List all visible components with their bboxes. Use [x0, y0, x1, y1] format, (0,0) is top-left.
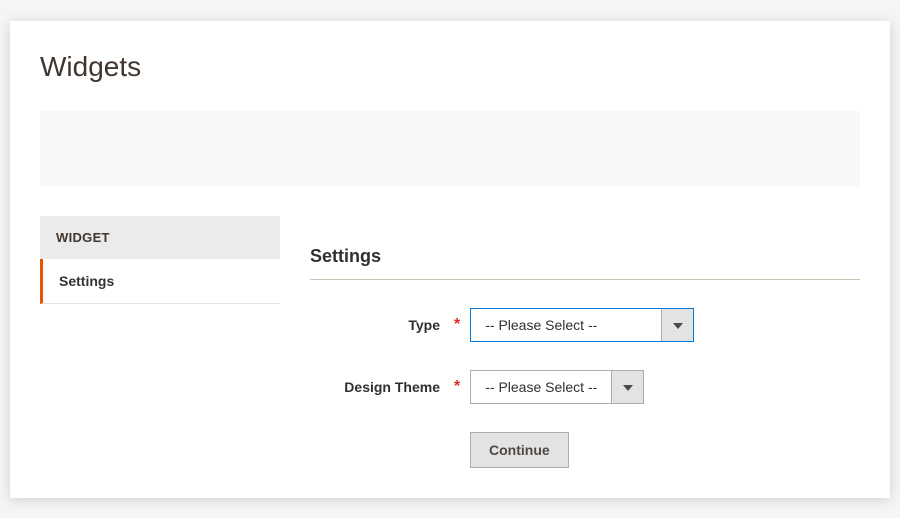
- content-layout: WIDGET Settings Settings Type * -- Pleas…: [40, 216, 860, 468]
- design-theme-select-toggle[interactable]: [611, 371, 643, 403]
- sidebar-item-label: Settings: [59, 273, 114, 289]
- design-theme-label: Design Theme: [310, 379, 450, 395]
- chevron-down-icon: [673, 316, 683, 334]
- page-title: Widgets: [40, 51, 860, 83]
- continue-button[interactable]: Continue: [470, 432, 569, 468]
- type-select-value: -- Please Select --: [471, 309, 661, 341]
- chevron-down-icon: [623, 378, 633, 396]
- sidebar: WIDGET Settings: [40, 216, 280, 468]
- type-select-toggle[interactable]: [661, 309, 693, 341]
- messages-bar: [40, 111, 860, 186]
- form-row-design-theme: Design Theme * -- Please Select --: [310, 370, 860, 404]
- required-marker: *: [454, 316, 460, 334]
- required-marker: *: [454, 378, 460, 396]
- section-title: Settings: [310, 246, 860, 280]
- page-container: Widgets WIDGET Settings Settings Type * …: [10, 21, 890, 498]
- main-panel: Settings Type * -- Please Select -- Desi…: [310, 216, 860, 468]
- type-label: Type: [310, 317, 450, 333]
- sidebar-header: WIDGET: [40, 216, 280, 259]
- type-select[interactable]: -- Please Select --: [470, 308, 694, 342]
- design-theme-select[interactable]: -- Please Select --: [470, 370, 644, 404]
- form-row-type: Type * -- Please Select --: [310, 308, 860, 342]
- sidebar-item-settings[interactable]: Settings: [40, 259, 280, 304]
- design-theme-select-value: -- Please Select --: [471, 371, 611, 403]
